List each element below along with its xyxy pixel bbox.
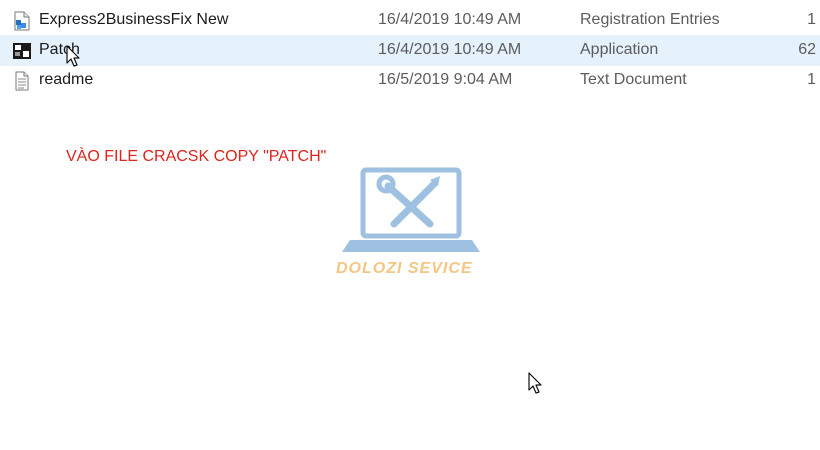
file-date-modified: 16/5/2019 9:04 AM [378,71,513,88]
watermark-text: DOLOZI SEVICE [336,260,473,277]
mouse-cursor-icon [66,45,80,67]
file-size: 1 [807,71,816,88]
file-type: Text Document [580,71,687,88]
file-row-express2businessfix[interactable]: Express2BusinessFix New 16/4/2019 10:49 … [0,6,820,35]
text-document-icon [15,71,29,91]
file-size: 1 [807,11,816,28]
file-date-modified: 16/4/2019 10:49 AM [378,41,522,58]
file-size: 62 [798,41,816,58]
application-icon [13,43,31,59]
file-row-patch[interactable]: Patch 16/4/2019 10:49 AM Application 62 [0,35,820,66]
file-list: Express2BusinessFix New 16/4/2019 10:49 … [0,6,820,95]
file-name: readme [39,71,94,88]
file-explorer-view: Express2BusinessFix New 16/4/2019 10:49 … [0,0,820,450]
file-name: Express2BusinessFix New [39,11,229,28]
registry-file-icon [14,11,30,31]
mouse-cursor-icon [528,372,542,394]
file-type: Registration Entries [580,11,720,28]
file-row-readme[interactable]: readme 16/5/2019 9:04 AM Text Document 1 [0,66,820,95]
instruction-annotation: VÀO FILE CRACSK COPY "PATCH" [66,148,327,165]
file-type: Application [580,41,659,58]
file-date-modified: 16/4/2019 10:49 AM [378,11,522,28]
